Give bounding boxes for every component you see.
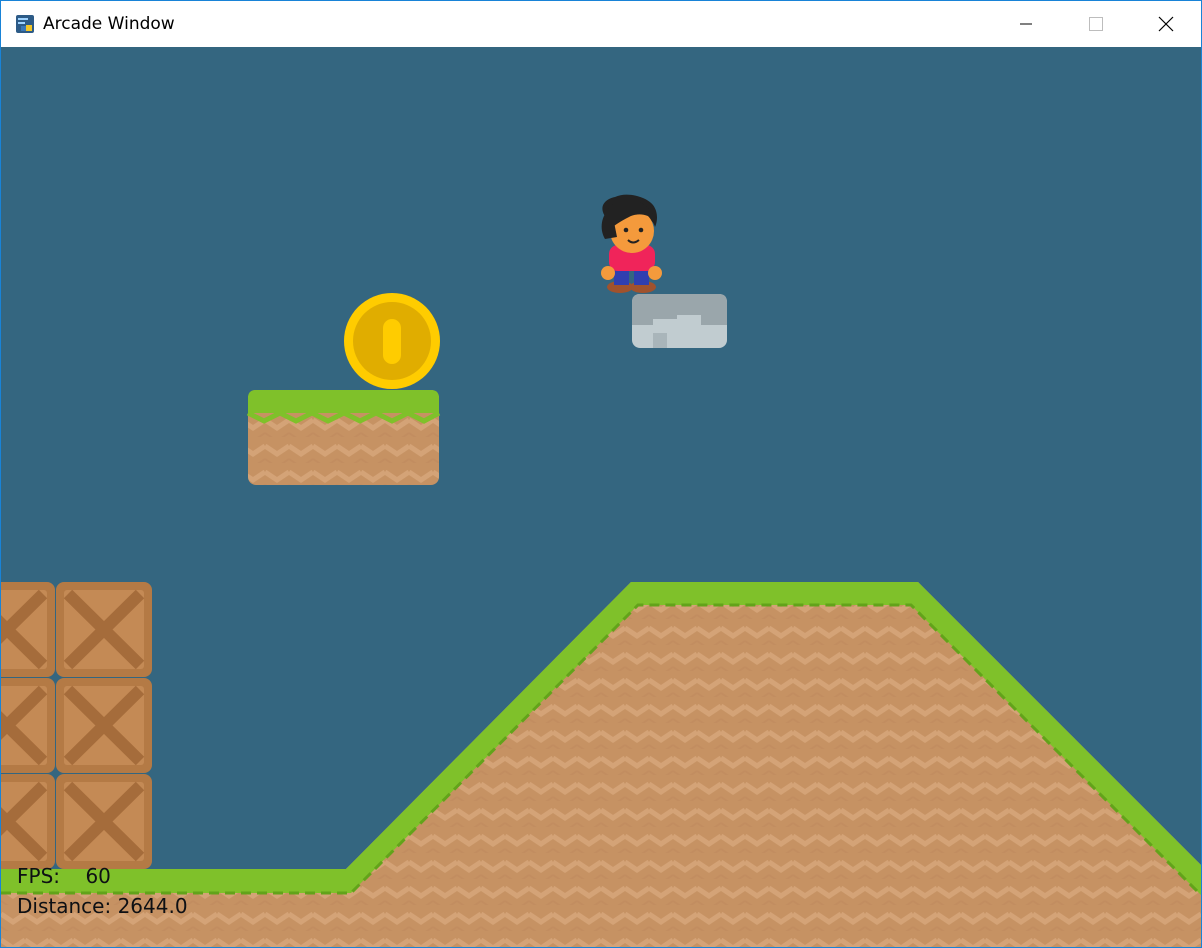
minimize-icon [1020,23,1032,25]
maximize-button[interactable] [1061,1,1131,47]
maximize-icon [1089,17,1103,31]
crate [1,678,55,773]
gold-coin [344,293,440,389]
fps-readout: FPS: 60 [17,864,111,888]
fps-label: FPS: [17,864,60,888]
crate [1,582,55,677]
crate [1,774,55,869]
game-canvas[interactable]: FPS: 60 Distance: 2644.0 [1,47,1201,947]
python-app-icon [16,15,34,33]
close-button[interactable] [1131,1,1201,47]
distance-readout: Distance: 2644.0 [17,894,188,918]
crate-stack [1,582,152,869]
app-window: Arcade Window FPS: 60 Distance: 2644.0 [0,0,1202,948]
floating-grass-platform [246,390,441,485]
crate [56,582,152,677]
crate [56,678,152,773]
crate [56,774,152,869]
distance-value: 2644.0 [117,894,188,918]
floating-stone-block [632,294,727,348]
minimize-button[interactable] [991,1,1061,47]
close-icon [1158,16,1174,32]
window-title: Arcade Window [43,14,175,34]
fps-value: 60 [85,864,111,888]
title-bar[interactable]: Arcade Window [1,1,1201,47]
game-scene [1,47,1201,947]
distance-label: Distance: [17,894,112,918]
